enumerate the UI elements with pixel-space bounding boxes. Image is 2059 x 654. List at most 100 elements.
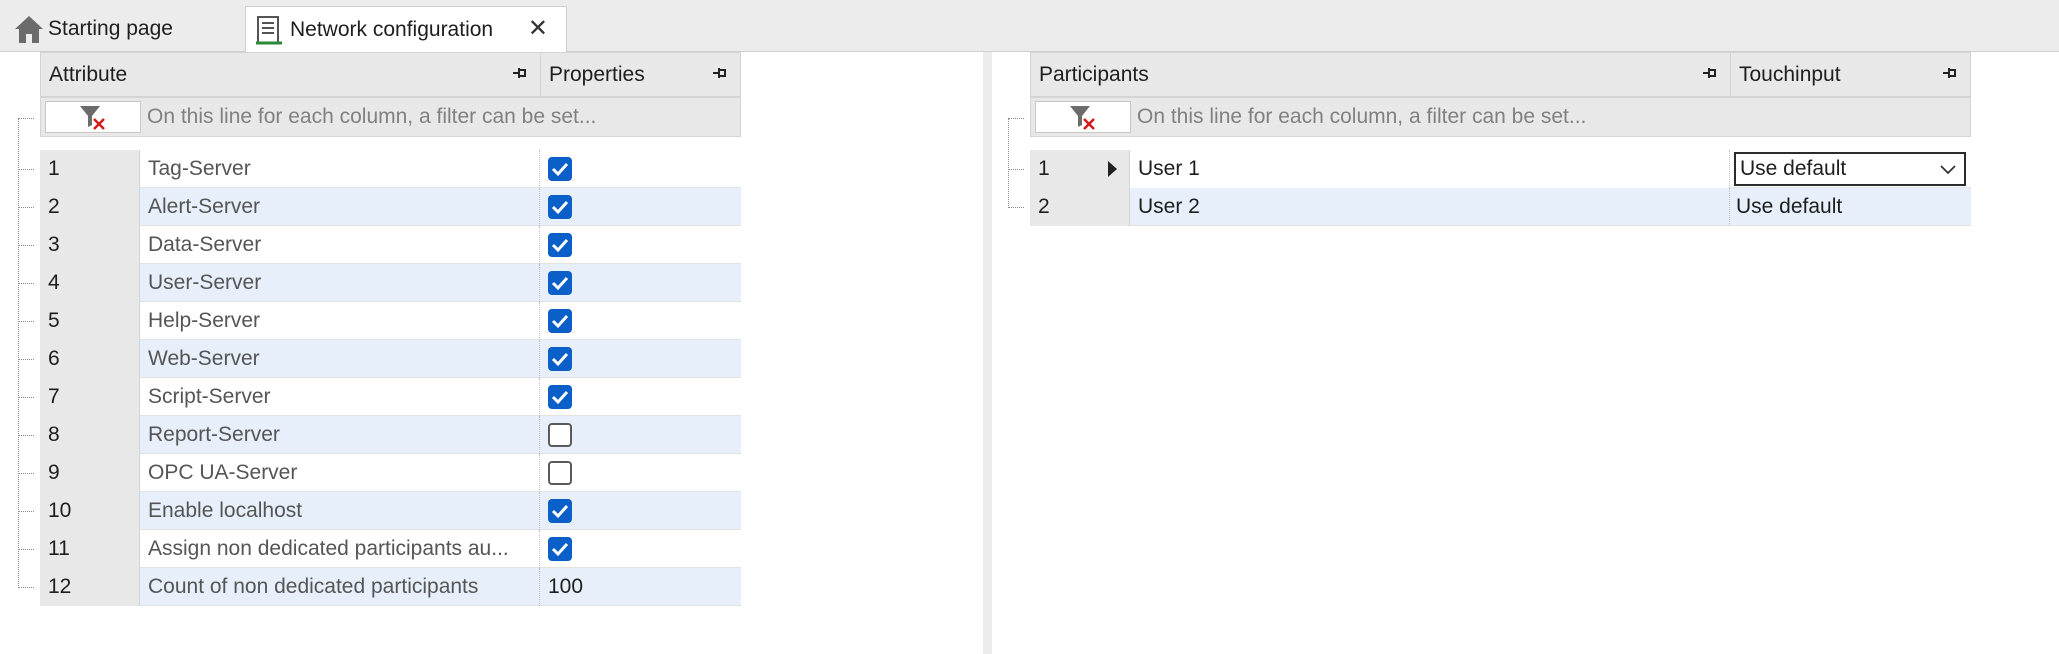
row-number[interactable]: 4 (40, 264, 140, 302)
row-number[interactable]: 6 (40, 340, 140, 378)
property-value-cell[interactable]: 100 (540, 568, 740, 606)
row-number-label: 1 (1038, 157, 1050, 180)
checkmark-icon (551, 276, 569, 291)
checkbox-unchecked[interactable] (548, 461, 572, 485)
filter-clear-icon (80, 106, 105, 130)
touchinput-cell[interactable]: Use default (1730, 150, 1970, 188)
checkbox-checked[interactable] (548, 537, 572, 561)
table-row[interactable]: 2 User 2 Use default (1008, 188, 1971, 226)
property-value[interactable]: 100 (548, 575, 583, 599)
checkbox-checked[interactable] (548, 195, 572, 219)
close-icon[interactable]: ✕ (528, 17, 548, 41)
table-row[interactable]: 10 Enable localhost (18, 492, 741, 530)
row-number[interactable]: 1 (40, 150, 140, 188)
checkbox-checked[interactable] (548, 347, 572, 371)
table-row[interactable]: 3 Data-Server (18, 226, 741, 264)
property-checkbox-cell[interactable] (540, 150, 740, 188)
participant-cell[interactable]: User 2 (1130, 188, 1730, 226)
table-row[interactable]: 2 Alert-Server (18, 188, 741, 226)
tab-strip: Starting page Network configuration ✕ (0, 0, 2059, 52)
row-number[interactable]: 5 (40, 302, 140, 340)
checkbox-checked[interactable] (548, 233, 572, 257)
touchinput-cell[interactable]: Use default (1730, 188, 1970, 226)
attribute-cell: Assign non dedicated participants au... (140, 530, 540, 568)
tree-tick (18, 169, 34, 170)
attribute-cell: Tag-Server (140, 150, 540, 188)
pin-icon[interactable] (510, 63, 530, 83)
tree-tick (18, 283, 34, 284)
column-header-participants[interactable]: Participants (1030, 52, 1731, 97)
table-row[interactable]: 4 User-Server (18, 264, 741, 302)
property-checkbox-cell[interactable] (540, 378, 740, 416)
column-header-properties[interactable]: Properties (540, 52, 741, 97)
filter-placeholder: On this line for each column, a filter c… (1137, 105, 1587, 128)
property-checkbox-cell[interactable] (540, 340, 740, 378)
attribute-cell: Alert-Server (140, 188, 540, 226)
table-row[interactable]: 8 Report-Server (18, 416, 741, 454)
checkmark-icon (551, 314, 569, 329)
touchinput-select-value: Use default (1740, 157, 1847, 180)
tree-tick (18, 359, 34, 360)
row-number[interactable]: 9 (40, 454, 140, 492)
clear-filter-button[interactable] (45, 101, 141, 133)
attribute-cell: Enable localhost (140, 492, 540, 530)
property-checkbox-cell[interactable] (540, 454, 740, 492)
pin-icon[interactable] (1700, 63, 1720, 83)
clear-filter-button[interactable] (1035, 101, 1131, 133)
column-header-label: Participants (1039, 62, 1149, 86)
column-header-touchinput[interactable]: Touchinput (1730, 52, 1971, 97)
table-row[interactable]: 7 Script-Server (18, 378, 741, 416)
filter-row[interactable]: On this line for each column, a filter c… (1030, 97, 1971, 137)
checkmark-icon (551, 352, 569, 367)
checkbox-checked[interactable] (548, 385, 572, 409)
tab-label: Network configuration (290, 17, 494, 41)
property-checkbox-cell[interactable] (540, 302, 740, 340)
tab-starting-page[interactable]: Starting page (12, 6, 242, 52)
checkbox-checked[interactable] (548, 309, 572, 333)
touchinput-select[interactable]: Use default (1734, 152, 1966, 186)
row-number[interactable]: 2 (40, 188, 140, 226)
checkbox-checked[interactable] (548, 271, 572, 295)
pin-icon[interactable] (710, 63, 730, 83)
row-number[interactable]: 11 (40, 530, 140, 568)
checkmark-icon (551, 390, 569, 405)
checkbox-checked[interactable] (548, 499, 572, 523)
tree-tick (18, 207, 34, 208)
pin-icon[interactable] (1940, 63, 1960, 83)
row-number[interactable]: 10 (40, 492, 140, 530)
property-checkbox-cell[interactable] (540, 226, 740, 264)
row-number[interactable]: 3 (40, 226, 140, 264)
table-row[interactable]: 6 Web-Server (18, 340, 741, 378)
row-number[interactable]: 2 (1030, 188, 1130, 226)
table-row[interactable]: 11 Assign non dedicated participants au..… (18, 530, 741, 568)
property-checkbox-cell[interactable] (540, 530, 740, 568)
checkmark-icon (551, 162, 569, 177)
tree-tick (18, 397, 34, 398)
property-checkbox-cell[interactable] (540, 416, 740, 454)
filter-row[interactable]: On this line for each column, a filter c… (40, 97, 741, 137)
row-number[interactable]: 7 (40, 378, 140, 416)
participants-grid: Participants Touchinput On this line for… (990, 52, 2059, 654)
tree-tick (18, 473, 34, 474)
table-row[interactable]: 1 User 1 Use default (1008, 150, 1971, 188)
table-row[interactable]: 1 Tag-Server (18, 150, 741, 188)
table-row[interactable]: 5 Help-Server (18, 302, 741, 340)
row-number[interactable]: 1 (1030, 150, 1130, 188)
table-row[interactable]: 9 OPC UA-Server (18, 454, 741, 492)
column-header-attribute[interactable]: Attribute (40, 52, 541, 97)
participant-cell[interactable]: User 1 (1130, 150, 1730, 188)
property-checkbox-cell[interactable] (540, 188, 740, 226)
property-checkbox-cell[interactable] (540, 264, 740, 302)
tab-label: Starting page (48, 17, 173, 40)
row-number[interactable]: 8 (40, 416, 140, 454)
chevron-down-icon[interactable] (1938, 159, 1958, 179)
checkbox-checked[interactable] (548, 157, 572, 181)
property-checkbox-cell[interactable] (540, 492, 740, 530)
checkbox-unchecked[interactable] (548, 423, 572, 447)
tab-network-configuration[interactable]: Network configuration ✕ (245, 6, 567, 52)
network-config-icon (254, 14, 288, 46)
checkmark-icon (551, 542, 569, 557)
row-number[interactable]: 12 (40, 568, 140, 606)
tree-tick (18, 435, 34, 436)
table-row[interactable]: 12 Count of non dedicated participants 100 (18, 568, 741, 606)
